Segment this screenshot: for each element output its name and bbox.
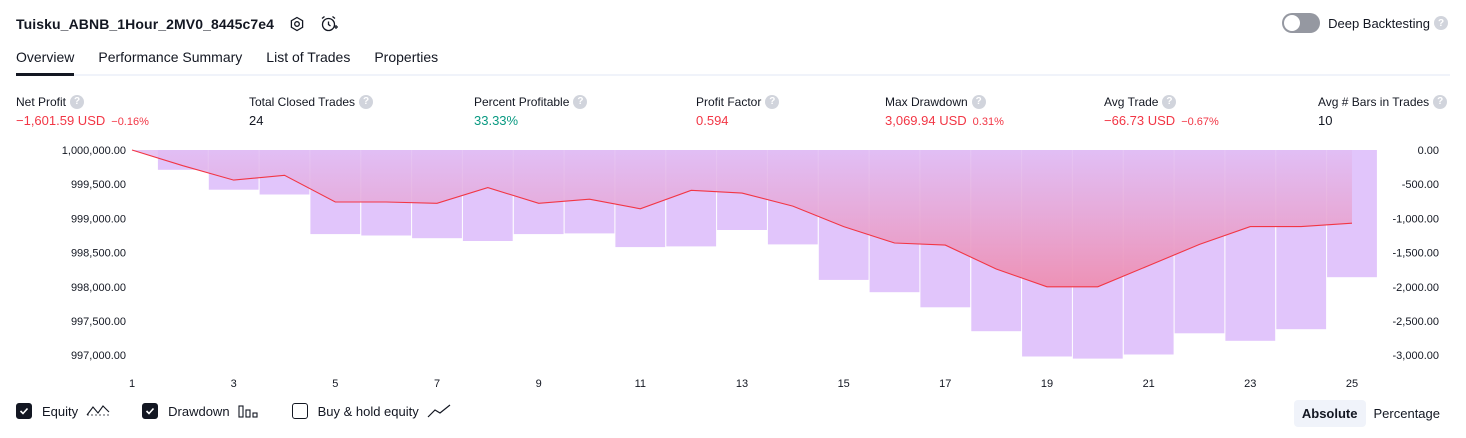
x-tick-label: 19	[1041, 378, 1053, 390]
legend-drawdown[interactable]: Drawdown	[142, 403, 259, 419]
metric-value: 0.594	[696, 113, 729, 128]
metric-label: Profit Factor	[696, 94, 762, 109]
info-icon[interactable]: ?	[573, 94, 588, 109]
mode-percentage-button[interactable]: Percentage	[1366, 400, 1449, 427]
y-right-tick-label: -2,000.00	[1393, 282, 1439, 294]
metric-value: 33.33%	[474, 113, 519, 128]
x-tick-label: 17	[939, 378, 951, 390]
x-tick-label: 21	[1143, 378, 1155, 390]
metric-label: Max Drawdown	[885, 94, 968, 109]
metric-value: −66.73 USD	[1104, 113, 1176, 128]
x-tick-label: 9	[536, 378, 542, 390]
metric-value: 24	[249, 113, 264, 128]
metric-label: Avg Trade	[1104, 94, 1159, 109]
deep-backtesting-label: Deep Backtesting	[1328, 15, 1430, 31]
metric-total-closed-trades: Total Closed Trades? 24	[249, 93, 374, 128]
chart-legend: Equity Drawdown Buy & hold equity	[16, 403, 483, 419]
y-right-tick-label: -2,500.00	[1393, 316, 1439, 328]
y-left-tick-label: 999,000.00	[71, 213, 126, 225]
display-mode-toggle: Absolute Percentage	[1293, 400, 1449, 427]
x-tick-label: 7	[434, 378, 440, 390]
deep-backtesting-toggle[interactable]	[1282, 13, 1321, 33]
metric-percent: −0.67%	[1181, 116, 1219, 128]
tab-properties[interactable]: Properties	[374, 46, 438, 74]
tab-bar: Overview Performance Summary List of Tra…	[16, 46, 1450, 76]
y-left-tick-label: 998,500.00	[71, 248, 126, 260]
info-icon[interactable]: ?	[70, 94, 85, 109]
info-icon[interactable]: ?	[765, 94, 780, 109]
metric-max-drawdown: Max Drawdown? 3,069.94 USD 0.31%	[885, 93, 1004, 128]
legend-label: Buy & hold equity	[317, 403, 419, 419]
metric-avg-trade: Avg Trade? −66.73 USD −0.67%	[1104, 93, 1219, 128]
x-tick-label: 25	[1346, 378, 1358, 390]
header: Tuisku_ABNB_1Hour_2MV0_8445c7e4	[16, 12, 339, 36]
x-tick-label: 3	[231, 378, 237, 390]
bar-chart-icon	[238, 403, 260, 419]
equity-checkbox[interactable]	[16, 403, 32, 419]
y-left-tick-label: 997,000.00	[71, 350, 126, 362]
y-right-tick-label: -500.00	[1402, 179, 1439, 191]
metric-value: 10	[1318, 113, 1333, 128]
settings-icon[interactable]	[288, 15, 306, 33]
y-left-tick-label: 1,000,000.00	[62, 145, 126, 157]
metric-profit-factor: Profit Factor? 0.594	[696, 93, 780, 128]
tab-list-of-trades[interactable]: List of Trades	[266, 46, 350, 74]
add-alert-icon[interactable]	[320, 15, 339, 33]
toggle-knob	[1284, 15, 1301, 31]
y-right-tick-label: 0.00	[1418, 145, 1439, 157]
metric-value: −1,601.59 USD	[16, 113, 106, 128]
legend-label: Equity	[42, 403, 79, 419]
x-tick-label: 15	[838, 378, 850, 390]
info-icon[interactable]: ?	[359, 94, 374, 109]
legend-buy-hold[interactable]: Buy & hold equity	[291, 403, 451, 419]
metric-label: Percent Profitable	[474, 94, 570, 109]
info-icon[interactable]: ?	[1162, 94, 1177, 109]
strategy-title: Tuisku_ABNB_1Hour_2MV0_8445c7e4	[16, 16, 275, 32]
equity-line-icon	[86, 403, 110, 419]
metric-value: 3,069.94 USD	[885, 113, 967, 128]
deep-backtesting: Deep Backtesting ?	[1282, 13, 1448, 33]
tab-overview[interactable]: Overview	[16, 46, 75, 76]
x-tick-label: 5	[332, 378, 338, 390]
y-left-tick-label: 999,500.00	[71, 179, 126, 191]
mode-absolute-button[interactable]: Absolute	[1293, 400, 1366, 427]
info-icon[interactable]: ?	[1433, 94, 1448, 109]
metric-net-profit: Net Profit? −1,601.59 USD −0.16%	[16, 93, 149, 128]
metrics-row: Net Profit? −1,601.59 USD −0.16% Total Cl…	[0, 93, 1466, 133]
metric-percent: 0.31%	[972, 116, 1004, 128]
buy-hold-checkbox[interactable]	[291, 403, 308, 419]
metric-label: Total Closed Trades	[249, 94, 356, 109]
drawdown-checkbox[interactable]	[142, 403, 159, 419]
tab-performance-summary[interactable]: Performance Summary	[98, 46, 242, 74]
y-right-tick-label: -3,000.00	[1393, 350, 1439, 362]
info-icon[interactable]: ?	[971, 94, 986, 109]
x-tick-label: 1	[129, 378, 135, 390]
trend-line-icon	[427, 403, 451, 419]
x-tick-label: 11	[635, 378, 646, 390]
y-left-tick-label: 998,000.00	[71, 282, 126, 294]
x-tick-label: 13	[736, 378, 748, 390]
metric-avg-bars: Avg # Bars in Trades? 10	[1318, 93, 1448, 128]
help-icon[interactable]: ?	[1434, 16, 1448, 30]
equity-chart: 1,000,000.00 999,500.00 999,000.00 998,500.…	[62, 145, 1439, 390]
legend-label: Drawdown	[168, 403, 230, 419]
y-left-tick-label: 997,500.00	[71, 316, 126, 328]
legend-equity[interactable]: Equity	[16, 403, 110, 419]
metric-label: Net Profit	[16, 94, 67, 109]
metric-label: Avg # Bars in Trades	[1318, 94, 1430, 109]
x-tick-label: 23	[1244, 378, 1256, 390]
y-right-tick-label: -1,500.00	[1393, 248, 1439, 260]
y-right-tick-label: -1,000.00	[1393, 213, 1439, 225]
metric-percent-profitable: Percent Profitable? 33.33%	[474, 93, 588, 128]
metric-percent: −0.16%	[111, 116, 149, 128]
